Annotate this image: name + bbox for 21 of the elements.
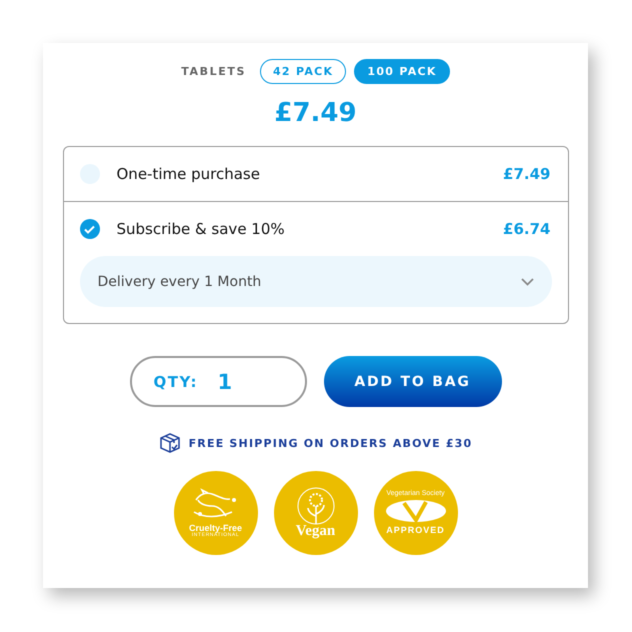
add-to-bag-button[interactable]: ADD TO BAG xyxy=(324,356,502,407)
option-label: One-time purchase xyxy=(116,165,261,183)
quantity-field[interactable]: QTY: 1 xyxy=(130,356,306,407)
pack-label: TABLETS xyxy=(181,65,246,78)
pack-option[interactable]: 42 PACK xyxy=(260,59,346,84)
option-price: £6.74 xyxy=(503,220,550,238)
check-icon xyxy=(84,224,95,234)
box-icon xyxy=(158,433,181,453)
sunflower-icon xyxy=(296,486,336,526)
delivery-select[interactable]: Delivery every 1 Month xyxy=(80,256,552,307)
chevron-down-icon xyxy=(520,278,534,286)
shipping-note: FREE SHIPPING ON ORDERS ABOVE £30 xyxy=(188,436,472,450)
badge-subtext: APPROVED xyxy=(386,526,445,536)
option-label: Subscribe & save 10% xyxy=(116,220,286,238)
v-mark-icon xyxy=(384,498,448,524)
radio-button[interactable] xyxy=(80,219,100,239)
pack-option[interactable]: 100 PACK xyxy=(354,59,450,84)
badge-text: Cruelty-Free xyxy=(188,524,242,533)
badge-text: Vegan xyxy=(296,524,336,540)
option-price: £7.49 xyxy=(503,165,550,183)
product-price: £7.49 xyxy=(274,98,357,128)
